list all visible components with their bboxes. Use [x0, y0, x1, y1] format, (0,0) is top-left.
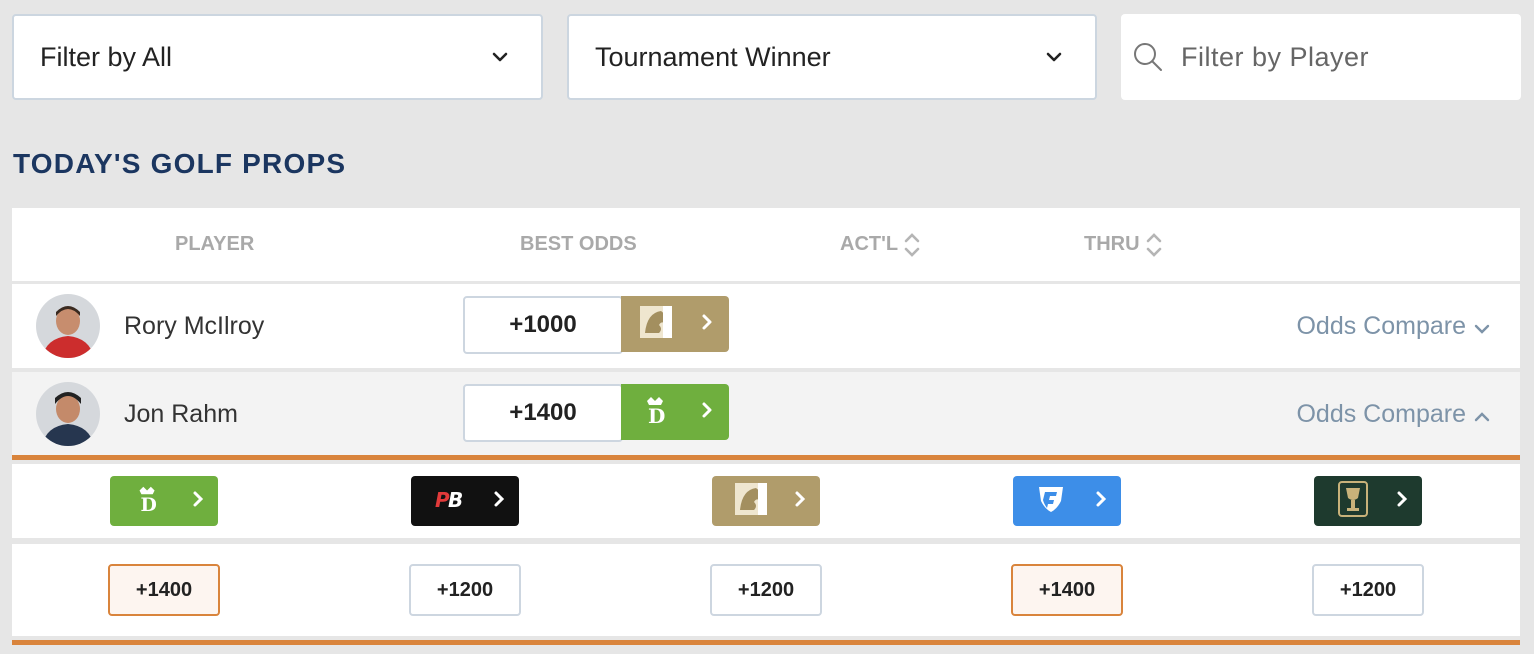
col-player: PLAYER	[175, 233, 255, 255]
best-odds-button[interactable]: +1000	[463, 296, 623, 354]
fanduel-logo-icon	[1035, 483, 1067, 520]
odds-compare-toggle[interactable]: Odds Compare	[1296, 400, 1490, 429]
market-select[interactable]: Tournament Winner	[567, 14, 1097, 100]
player-search[interactable]	[1121, 14, 1521, 100]
player-name: Jon Rahm	[124, 400, 238, 428]
caesars-book-button[interactable]	[1314, 476, 1422, 526]
table-row: Jon Rahm +1400 D Odds Compare	[12, 372, 1520, 456]
expanded-divider	[12, 640, 1520, 645]
col-actual-label: ACT'L	[840, 233, 899, 255]
fanduel-book-button[interactable]	[1013, 476, 1121, 526]
chevron-right-icon	[1396, 490, 1408, 513]
filter-type-select[interactable]: Filter by All	[12, 14, 543, 100]
player-name: Rory McIlroy	[124, 312, 265, 340]
pointsbet-logo-icon: PB	[433, 484, 467, 519]
odds-compare-label: Odds Compare	[1296, 400, 1466, 428]
chevron-right-icon	[493, 490, 505, 513]
odds-cell-pointsbet[interactable]: +1200	[409, 564, 521, 616]
draftkings-logo-icon: D	[639, 393, 673, 432]
caesars-logo-icon	[1336, 480, 1370, 523]
table-row: Rory McIlroy +1000 Odds Compare	[12, 284, 1520, 368]
chevron-right-icon	[1095, 490, 1107, 513]
table-header: PLAYER BEST ODDS ACT'L THRU	[12, 208, 1520, 281]
chevron-down-icon	[1039, 52, 1069, 62]
market-label: Tournament Winner	[595, 41, 831, 72]
col-actual-sort[interactable]: ACT'L	[840, 232, 920, 258]
betmgm-logo-icon	[639, 305, 673, 344]
chevron-down-icon	[1474, 312, 1490, 341]
compare-odds-row: +1400 +1200 +1200 +1400 +1200	[12, 544, 1520, 636]
col-thru-label: THRU	[1084, 233, 1140, 255]
golf-props-table: PLAYER BEST ODDS ACT'L THRU Rory McIlroy…	[12, 208, 1520, 645]
chevron-down-icon	[485, 52, 515, 62]
betmgm-logo-icon	[734, 482, 768, 521]
odds-cell-betmgm[interactable]: +1200	[710, 564, 822, 616]
expanded-divider	[12, 455, 1520, 460]
draftkings-book-button[interactable]: D	[110, 476, 218, 526]
draftkings-link-button[interactable]: D	[621, 384, 729, 440]
betmgm-book-button[interactable]	[712, 476, 820, 526]
odds-cell-draftkings[interactable]: +1400	[108, 564, 220, 616]
odds-cell-caesars[interactable]: +1200	[1312, 564, 1424, 616]
odds-compare-label: Odds Compare	[1296, 312, 1466, 340]
best-odds-button[interactable]: +1400	[463, 384, 623, 442]
sort-icon	[904, 232, 920, 258]
sportsbook-row: D PB	[12, 464, 1520, 538]
search-icon	[1131, 40, 1165, 74]
chevron-right-icon	[701, 401, 713, 424]
svg-text:B: B	[448, 488, 463, 512]
player-search-input[interactable]	[1181, 41, 1501, 73]
chevron-right-icon	[794, 490, 806, 513]
pointsbet-book-button[interactable]: PB	[411, 476, 519, 526]
svg-text:D: D	[140, 494, 156, 515]
svg-text:D: D	[648, 404, 665, 427]
odds-compare-toggle[interactable]: Odds Compare	[1296, 312, 1490, 341]
col-thru-sort[interactable]: THRU	[1084, 232, 1162, 258]
chevron-up-icon	[1474, 400, 1490, 429]
section-title: TODAY'S GOLF PROPS	[13, 148, 347, 179]
chevron-right-icon	[192, 490, 204, 513]
betmgm-link-button[interactable]	[621, 296, 729, 352]
odds-cell-fanduel[interactable]: +1400	[1011, 564, 1123, 616]
filter-type-label: Filter by All	[40, 41, 173, 72]
draftkings-logo-icon: D	[132, 483, 164, 520]
chevron-right-icon	[701, 313, 713, 336]
avatar	[36, 382, 100, 446]
sort-icon	[1146, 232, 1162, 258]
col-best-odds: BEST ODDS	[520, 233, 637, 255]
avatar	[36, 294, 100, 358]
